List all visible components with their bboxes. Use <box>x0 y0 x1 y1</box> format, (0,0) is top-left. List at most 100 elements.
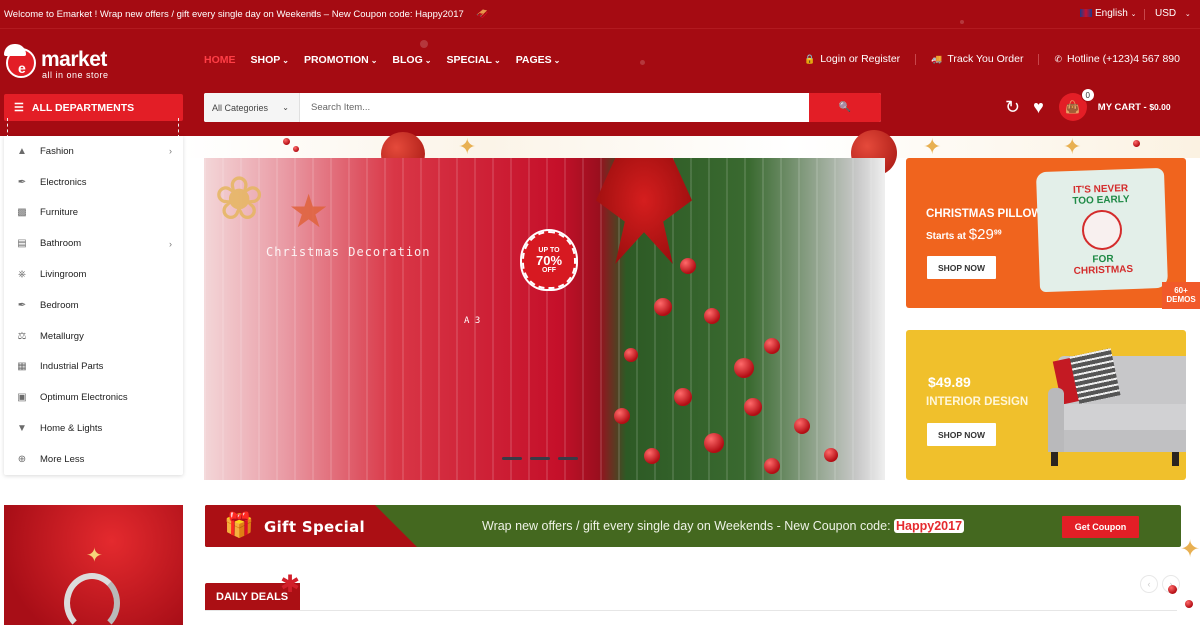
banner-title: INTERIOR DESIGN <box>926 396 1029 408</box>
berry-icon <box>624 348 638 362</box>
santa-sleigh-icon: 🛷 <box>476 9 489 20</box>
menu-icon: ☰ <box>14 102 24 114</box>
main-nav: HOME SHOP ⌄ PROMOTION ⌄ BLOG ⌄ SPECIAL ⌄ PAG… <box>204 54 575 66</box>
christmas-tree-banner[interactable]: ✦ <box>4 505 183 625</box>
departments-menu: ▲ Fashion › ✒ Electronics ▩ Furniture ▤ Bathr… <box>4 136 183 475</box>
shop-now-button[interactable]: SHOP NOW <box>927 256 996 279</box>
nav-pages[interactable]: PAGES ⌄ <box>516 54 561 66</box>
search-icon: 🔍 <box>838 102 852 113</box>
ribbon-tree-icon <box>64 573 120 625</box>
shopping-bag-icon: 👜 <box>1065 100 1081 114</box>
menu-item-home-lights[interactable]: ▼ Home & Lights <box>4 413 183 444</box>
slider-subtext: A 3 <box>464 316 481 326</box>
site-header: Welcome to Emarket ! Wrap new offers / g… <box>0 0 1200 136</box>
cart-summary[interactable]: MY CART - $0.00 <box>1098 102 1171 113</box>
chevron-right-icon: › <box>169 146 172 157</box>
star-icon: ✦ <box>86 545 103 567</box>
hotline: ✆ Hotline (+123)4 567 890 <box>1054 53 1180 65</box>
uk-flag-icon <box>1080 9 1092 18</box>
santa-hat-icon <box>4 44 26 56</box>
get-coupon-button[interactable]: Get Coupon <box>1062 516 1139 538</box>
chain-decoration <box>7 118 10 138</box>
berry-icon <box>794 418 810 434</box>
menu-item-more-less[interactable]: ⊕ More Less <box>4 444 183 475</box>
cart-count-badge: 0 <box>1080 88 1095 102</box>
slider-dot-1[interactable] <box>502 457 522 460</box>
camera-icon: ▣ <box>17 392 27 404</box>
christmas-pillow-banner[interactable]: CHRISTMAS PILLOW Starts at $2999 SHOP NO… <box>906 158 1186 308</box>
berry-icon <box>654 298 672 316</box>
wishlist-heart-icon[interactable]: ♥ <box>1033 97 1044 118</box>
menu-item-furniture[interactable]: ▩ Furniture <box>4 198 183 229</box>
chevron-down-icon: ⌄ <box>553 56 561 65</box>
berry-icon <box>1185 600 1193 608</box>
plug-icon: ✒ <box>17 299 27 311</box>
nav-special[interactable]: SPECIAL ⌄ <box>446 54 500 66</box>
search-button[interactable]: 🔍 <box>809 93 881 122</box>
poinsettia-icon: ✱ <box>280 571 301 598</box>
plus-circle-icon: ⊕ <box>17 453 27 465</box>
logo-name: market <box>41 48 107 71</box>
star-icon: ★ <box>288 185 330 237</box>
berry-icon <box>704 433 724 453</box>
dress-icon: ▲ <box>17 145 27 157</box>
menu-item-metallurgy[interactable]: ⚖ Metallurgy <box>4 321 183 352</box>
demos-badge[interactable]: 60+ DEMOS <box>1162 282 1200 309</box>
all-departments-button[interactable]: ☰ ALL DEPARTMENTS <box>4 94 183 121</box>
slider-dot-3[interactable] <box>558 457 578 460</box>
login-register-link[interactable]: 🔒 Login or Register <box>804 53 900 65</box>
slider-caption: Christmas Decoration <box>266 245 431 259</box>
welcome-message: Welcome to Emarket ! Wrap new offers / g… <box>4 9 489 20</box>
chevron-down-icon: ⌄ <box>282 103 289 112</box>
chevron-down-icon: ⌄ <box>1130 11 1137 18</box>
divider <box>1144 9 1145 20</box>
slider-dot-2[interactable] <box>530 457 550 460</box>
search-input[interactable] <box>300 93 809 122</box>
menu-item-electronics[interactable]: ✒ Electronics <box>4 167 183 198</box>
logo-tagline: all in one store <box>42 70 109 80</box>
slider-pagination <box>502 457 578 460</box>
gift-icon: 🎁 <box>224 512 254 539</box>
star-icon: ✦ <box>458 134 477 159</box>
nav-promotion[interactable]: PROMOTION ⌄ <box>304 54 377 66</box>
menu-item-fashion[interactable]: ▲ Fashion › <box>4 136 183 167</box>
banner-title: CHRISTMAS PILLOW <box>926 208 1043 220</box>
interior-design-banner[interactable]: $49.89 INTERIOR DESIGN SHOP NOW <box>906 330 1186 480</box>
gift-message: Wrap new offers / gift every single day … <box>482 519 965 533</box>
nav-home[interactable]: HOME <box>204 54 236 66</box>
top-bar: Welcome to Emarket ! Wrap new offers / g… <box>0 0 1200 29</box>
track-order-link[interactable]: 🚚 Track You Order <box>931 53 1023 65</box>
prev-arrow-icon[interactable]: ‹ <box>1140 575 1158 593</box>
berry-icon <box>744 398 762 416</box>
gift-special-bar: 🎁 Gift Special Wrap new offers / gift ev… <box>205 505 1181 547</box>
search-bar: All Categories ⌄ 🔍 <box>204 93 881 122</box>
divider <box>915 53 917 65</box>
berry-icon <box>614 408 630 424</box>
category-select[interactable]: All Categories ⌄ <box>204 93 300 122</box>
berry-icon <box>734 358 754 378</box>
wallet-icon: ▩ <box>17 207 27 219</box>
berry-icon <box>824 448 838 462</box>
language-selector[interactable]: English ⌄ <box>1080 8 1136 19</box>
leaf-icon: ❀ <box>214 165 265 232</box>
berry-icon <box>674 388 692 406</box>
menu-item-bedroom[interactable]: ✒ Bedroom <box>4 290 183 321</box>
berry-icon <box>644 448 660 464</box>
coupon-code: Happy2017 <box>894 519 965 533</box>
menu-item-livingroom[interactable]: ⎈ Livingroom <box>4 259 183 290</box>
cart-button[interactable]: 👜 0 <box>1058 88 1095 121</box>
factory-icon: ▦ <box>17 361 27 373</box>
berry-icon <box>283 138 290 145</box>
menu-item-industrial-parts[interactable]: ▦ Industrial Parts <box>4 352 183 383</box>
nav-blog[interactable]: BLOG ⌄ <box>392 54 431 66</box>
nav-shop[interactable]: SHOP ⌄ <box>251 54 289 66</box>
hero-slider[interactable]: ❀ ★ Christmas Decoration A 3 UP TO 70% O… <box>204 158 885 480</box>
shop-now-button[interactable]: SHOP NOW <box>927 423 996 446</box>
menu-item-optimum-electronics[interactable]: ▣ Optimum Electronics <box>4 382 183 413</box>
banner-price: $49.89 <box>928 374 971 390</box>
menu-item-bathroom[interactable]: ▤ Bathroom › <box>4 228 183 259</box>
compare-icon[interactable]: ↻ <box>1005 97 1020 118</box>
currency-selector[interactable]: USD ⌄ <box>1155 8 1191 19</box>
berry-icon <box>680 258 696 274</box>
chevron-down-icon: ⌄ <box>424 56 432 65</box>
